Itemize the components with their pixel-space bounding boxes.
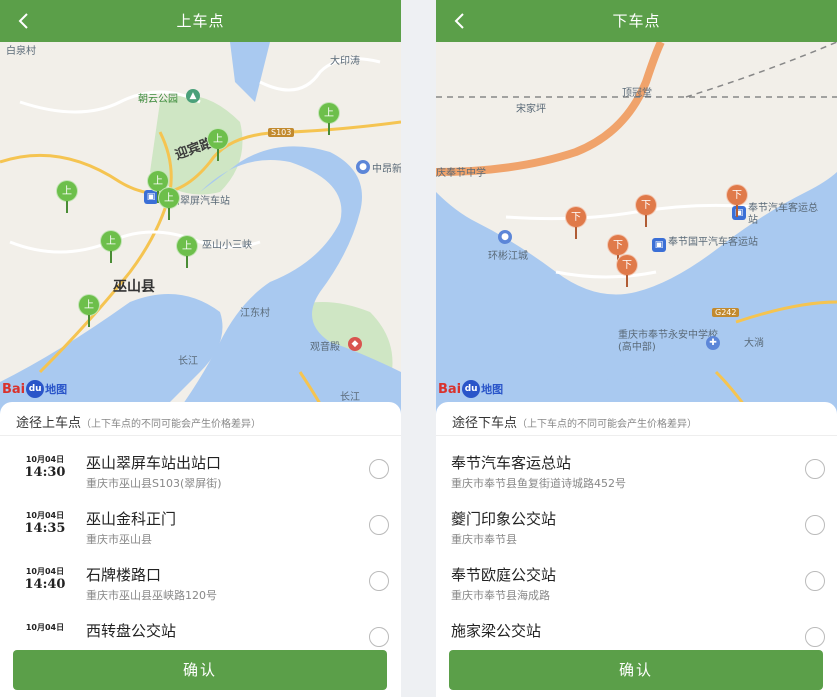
bus-station-icon: ▣ [652,238,666,252]
map-label-chaoyun-park: 朝云公园 [138,94,178,105]
map-label-dawan: 大淌 [744,338,764,349]
map-label-changjiang: 长江 [178,356,198,367]
stop-name: 夔门印象公交站 [451,510,557,528]
alighting-pin[interactable]: 下 [565,206,587,240]
map-label-guoping-station: 奉节国平汽车客运站 [668,237,758,248]
map-view[interactable]: 宋家坪 顶冠堂 庆奉节中学 ● 环彬江城 ▣ 奉节国平汽车客运站 ▣ 奉节汽车客… [436,42,837,422]
stop-address: 重庆市奉节县 [451,533,517,546]
map-label-xiaosanxia: 巫山小三峡 [202,240,252,251]
stop-name: 西转盘公交站 [86,622,177,640]
map-label-baiquan: 白泉村 [6,46,36,57]
road-badge-s103: S103 [268,128,295,137]
stop-radio[interactable] [369,571,389,591]
map-label-huanbin: 环彬江城 [488,251,528,262]
sheet-title: 途径上车点 [16,416,82,431]
baidu-map-logo: Bai du 地图 [2,380,68,398]
top-bar: 上车点 [0,0,401,42]
alighting-pin[interactable]: 下 [726,184,748,218]
alighting-pin[interactable]: 下 [635,194,657,228]
road-badge-g242: G242 [712,308,740,317]
baidu-map-logo: Bai du 地图 [438,380,504,398]
sheet-header: 途径上车点（上下车点的不同可能会产生价格差异） [0,402,401,436]
boarding-pin[interactable]: 上 [158,187,180,221]
stop-name: 施家梁公交站 [451,622,542,640]
map-label-guanyin: 观音殿 [310,342,340,353]
stop-item[interactable]: 夔门印象公交站 重庆市奉节县 [436,498,837,554]
alighting-pin[interactable]: 下 [616,254,638,288]
map-label-zhongang: 中昂新 [372,164,401,175]
stop-name: 奉节汽车客运总站 [451,454,572,472]
school-icon: ✚ [706,336,720,350]
stop-name: 石牌楼路口 [86,566,162,584]
baidu-paw-icon: du [462,380,481,398]
poi-location-icon: ● [498,230,512,244]
stop-item[interactable]: 10月04日 14:40 石牌楼路口 重庆市巫山县巫峡路120号 [0,554,401,610]
baidu-paw-icon: du [26,380,45,398]
map-label-songjia: 宋家坪 [516,104,546,115]
map-label-jiangdong: 江东村 [240,308,270,319]
stop-item[interactable]: 奉节欧庭公交站 重庆市奉节县海成路 [436,554,837,610]
stop-address: 重庆市奉节县海成路 [451,589,550,602]
stop-address: 重庆市奉节县鱼复街道诗城路452号 [451,477,626,490]
confirm-button[interactable]: 确认 [13,650,387,690]
stop-radio[interactable] [805,627,825,647]
temple-icon: ◆ [348,337,362,351]
boarding-pin[interactable]: 上 [100,230,122,264]
stop-radio[interactable] [369,515,389,535]
boarding-pin[interactable]: 上 [318,102,340,136]
stop-radio[interactable] [369,627,389,647]
boarding-pin[interactable]: 上 [78,294,100,328]
park-icon: ▲ [186,89,200,103]
stop-name: 巫山金科正门 [86,510,177,528]
poi-location-icon: ● [356,160,370,174]
stop-radio[interactable] [369,459,389,479]
map-label-changjiang-2: 长江 [340,392,360,403]
stop-item[interactable]: 10月04日 14:30 巫山翠屏车站出站口 重庆市巫山县S103(翠屏街) [0,442,401,498]
alighting-point-screen: 下车点 宋家坪 顶冠堂 庆奉节中学 ● 环彬江城 ▣ 奉节国平汽车客运站 ▣ 奉… [436,0,837,697]
stop-radio[interactable] [805,571,825,591]
stop-name: 奉节欧庭公交站 [451,566,557,584]
stop-address: 重庆市巫山县 [86,533,152,546]
map-base [436,42,837,422]
top-bar: 下车点 [436,0,837,42]
map-base [0,42,401,422]
page-title: 上车点 [176,12,225,30]
confirm-button[interactable]: 确认 [449,650,823,690]
map-label-dayin: 大印涛 [330,56,360,67]
map-label-keyun-station: 奉节汽车客运总站 [748,203,818,226]
stop-address: 重庆市巫山县S103(翠屏街) [86,477,222,490]
stop-name: 巫山翠屏车站出站口 [86,454,222,472]
map-label-yongan-school: 重庆市奉节永安中学校(高中部) [618,330,718,353]
sheet-header: 途径下车点（上下车点的不同可能会产生价格差异） [436,402,837,436]
stop-radio[interactable] [805,515,825,535]
stop-radio[interactable] [805,459,825,479]
page-title: 下车点 [612,12,661,30]
map-label-fengjie-school: 庆奉节中学 [436,168,486,179]
stop-item[interactable]: 10月04日 14:35 巫山金科正门 重庆市巫山县 [0,498,401,554]
sheet-note: （上下车点的不同可能会产生价格差异） [517,419,698,430]
boarding-pin[interactable]: 上 [56,180,78,214]
map-label-dingguan: 顶冠堂 [622,88,652,99]
sheet-title: 途径下车点 [452,416,518,431]
map-view[interactable]: 白泉村 大印涛 朝云公园 ▲ 迎宾路 S103 ● 中昂新 ▣ 巫山翠屏汽车站 … [0,42,401,422]
boarding-pin[interactable]: 上 [176,235,198,269]
sheet-note: （上下车点的不同可能会产生价格差异） [81,419,262,430]
stop-item[interactable]: 奉节汽车客运总站 重庆市奉节县鱼复街道诗城路452号 [436,442,837,498]
boarding-pin[interactable]: 上 [207,128,229,162]
stop-address: 重庆市巫山县巫峡路120号 [86,589,217,602]
map-label-wushan-county: 巫山县 [113,279,155,295]
boarding-point-screen: 上车点 白泉村 大印涛 朝云公园 ▲ 迎宾路 S103 ● 中昂新 ▣ 巫山翠屏… [0,0,401,697]
